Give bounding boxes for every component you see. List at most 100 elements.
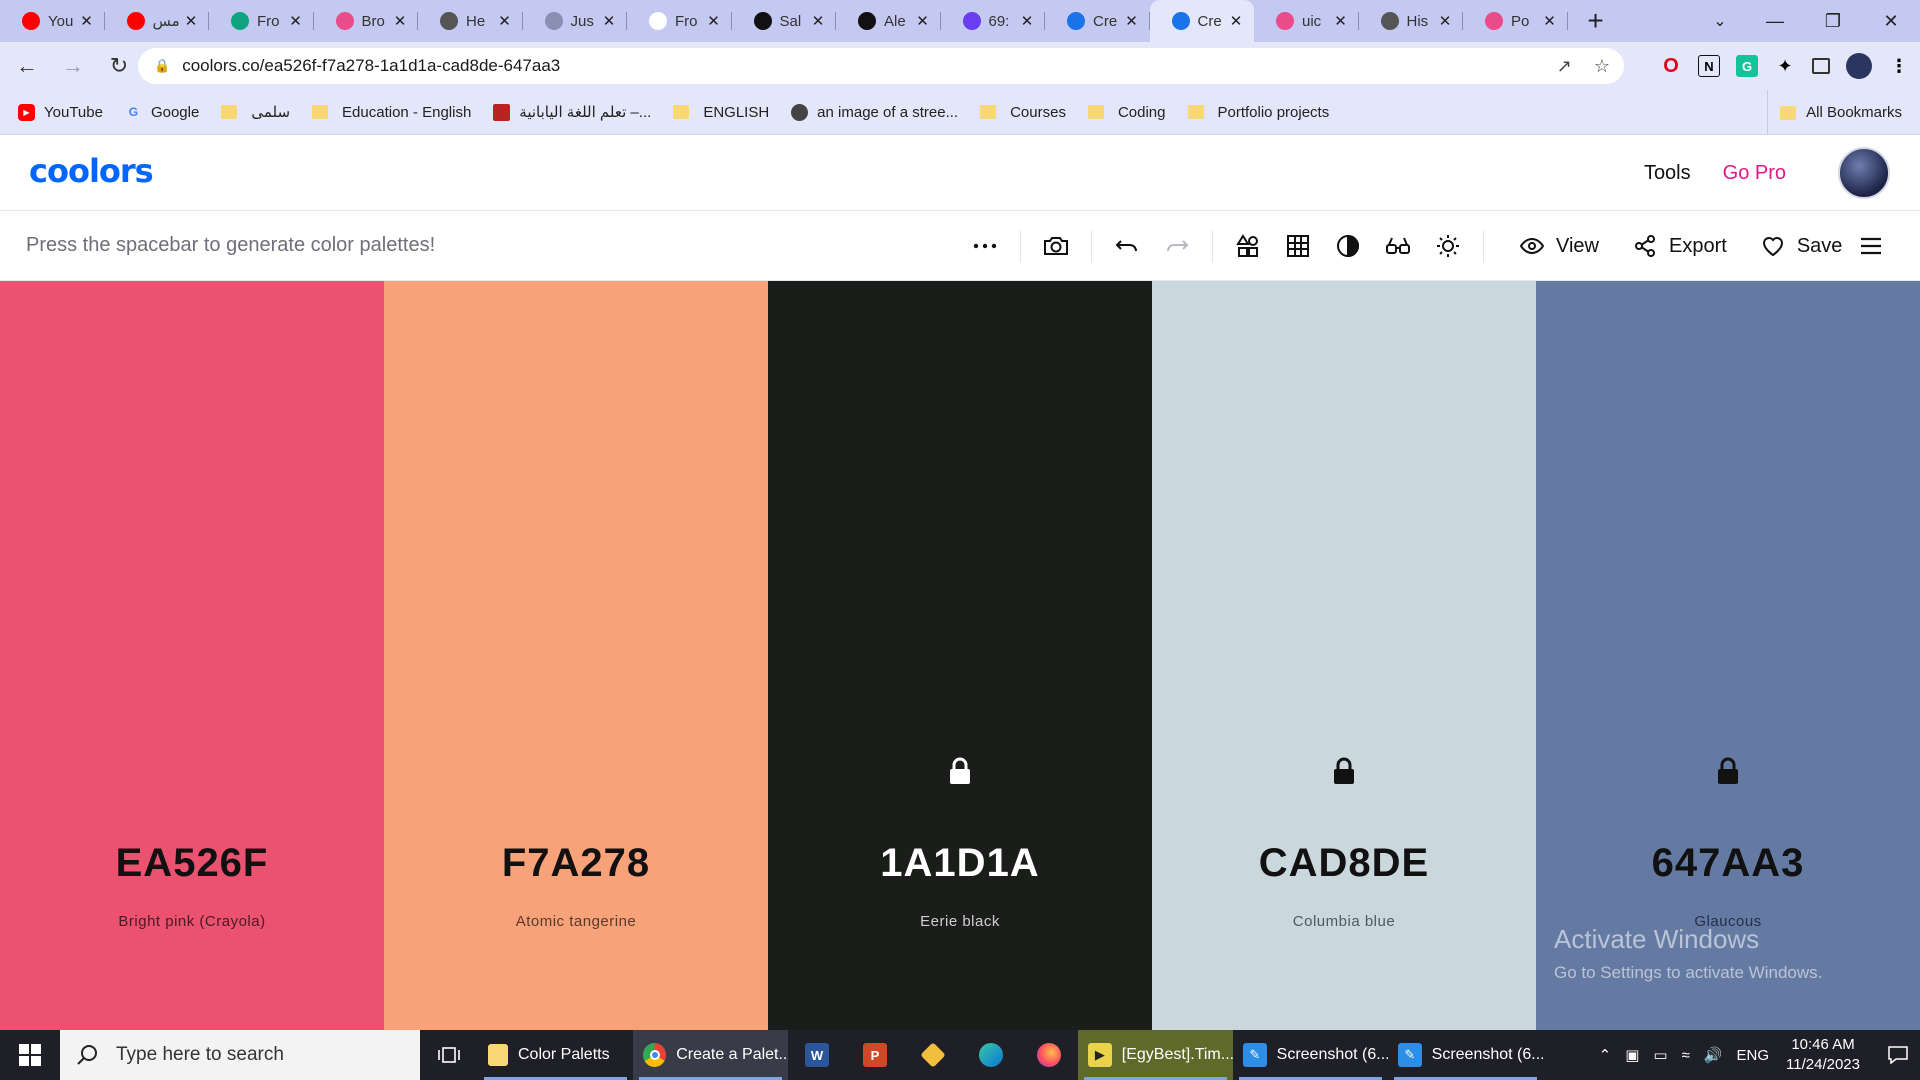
- notion-extension-icon[interactable]: N: [1698, 55, 1720, 77]
- coolors-logo[interactable]: coolors: [29, 152, 154, 190]
- notifications-icon[interactable]: [1876, 1030, 1920, 1080]
- bookmark-item[interactable]: Portfolio projects: [1187, 104, 1329, 121]
- undo-icon[interactable]: [1102, 221, 1152, 271]
- close-tab-icon[interactable]: ✕: [601, 12, 617, 30]
- battery-icon[interactable]: ▭: [1653, 1046, 1667, 1064]
- close-tab-icon[interactable]: ✕: [1437, 12, 1453, 30]
- user-avatar[interactable]: [1838, 147, 1890, 199]
- browser-tab[interactable]: Cre ✕: [1045, 0, 1150, 42]
- close-tab-icon[interactable]: ✕: [1124, 12, 1140, 30]
- color-swatch[interactable]: EA526F Bright pink (Crayola): [0, 281, 384, 1030]
- shapes-icon[interactable]: [1223, 221, 1273, 271]
- close-tab-icon[interactable]: ✕: [79, 12, 95, 30]
- bookmark-item[interactable]: تعلم اللغة اليابانية –...: [493, 103, 651, 121]
- language-indicator[interactable]: ENG: [1737, 1047, 1770, 1064]
- new-tab-button[interactable]: +: [1568, 0, 1624, 42]
- close-tab-icon[interactable]: ✕: [1542, 12, 1558, 30]
- view-button[interactable]: View: [1520, 235, 1599, 258]
- swatch-color-name[interactable]: Columbia blue: [1152, 913, 1536, 930]
- close-tab-icon[interactable]: ✕: [915, 12, 931, 30]
- task-view-button[interactable]: [420, 1030, 478, 1080]
- swatch-hex-code[interactable]: F7A278: [384, 841, 768, 886]
- bookmark-item[interactable]: Coding: [1087, 104, 1166, 121]
- lock-icon[interactable]: 🔒: [154, 58, 170, 74]
- close-tab-icon[interactable]: ✕: [706, 12, 722, 30]
- bookmark-star-icon[interactable]: ☆: [1594, 56, 1610, 77]
- browser-tab[interactable]: Sal ✕: [732, 0, 837, 42]
- taskbar-app-word[interactable]: W: [788, 1030, 846, 1080]
- color-swatch[interactable]: CAD8DE Columbia blue: [1152, 281, 1536, 1030]
- browser-tab[interactable]: Cre ✕: [1149, 0, 1254, 42]
- redo-icon[interactable]: [1152, 221, 1202, 271]
- restore-button[interactable]: ❐: [1804, 0, 1862, 42]
- bookmark-item[interactable]: ENGLISH: [673, 104, 769, 121]
- bookmark-item[interactable]: Education - English: [312, 104, 471, 121]
- close-tab-icon[interactable]: ✕: [183, 12, 199, 30]
- swatch-hex-code[interactable]: CAD8DE: [1152, 841, 1536, 886]
- close-tab-icon[interactable]: ✕: [810, 12, 826, 30]
- profile-avatar[interactable]: [1846, 53, 1872, 79]
- swatch-color-name[interactable]: Atomic tangerine: [384, 913, 768, 930]
- all-bookmarks[interactable]: All Bookmarks: [1767, 90, 1902, 135]
- color-swatch[interactable]: 1A1D1A Eerie black: [768, 281, 1152, 1030]
- tab-search-icon[interactable]: ⌄: [1700, 0, 1740, 42]
- bookmark-item[interactable]: ▶ YouTube: [18, 103, 103, 121]
- lock-icon[interactable]: [1716, 757, 1740, 785]
- save-button[interactable]: Save: [1761, 235, 1842, 258]
- swatch-color-name[interactable]: Bright pink (Crayola): [0, 913, 384, 930]
- browser-tab[interactable]: You ✕: [0, 0, 105, 42]
- share-icon[interactable]: ↗: [1557, 56, 1572, 77]
- reload-button[interactable]: ↻: [100, 47, 138, 85]
- taskbar-app-media-player[interactable]: ▶ [EgyBest].Tim...: [1078, 1030, 1233, 1080]
- clock[interactable]: 10:46 AM 11/24/2023: [1786, 1035, 1860, 1075]
- close-tab-icon[interactable]: ✕: [392, 12, 408, 30]
- browser-tab[interactable]: Fro ✕: [627, 0, 732, 42]
- lock-icon[interactable]: [948, 757, 972, 785]
- more-options-icon[interactable]: [960, 221, 1010, 271]
- lock-icon[interactable]: [1332, 757, 1356, 785]
- browser-tab[interactable]: Fro ✕: [209, 0, 314, 42]
- swatch-hex-code[interactable]: 647AA3: [1536, 841, 1920, 886]
- browser-tab[interactable]: Ale ✕: [836, 0, 941, 42]
- taskbar-app-file-explorer[interactable]: Color Paletts: [478, 1030, 633, 1080]
- close-window-button[interactable]: ✕: [1862, 0, 1920, 42]
- taskbar-app-paint-1[interactable]: ✎ Screenshot (6...: [1233, 1030, 1388, 1080]
- taskbar-app-git[interactable]: [904, 1030, 962, 1080]
- taskbar-app-chrome[interactable]: Create a Palet...: [633, 1030, 788, 1080]
- address-bar[interactable]: 🔒 coolors.co/ea526f-f7a278-1a1d1a-cad8de…: [138, 48, 1624, 84]
- volume-icon[interactable]: 🔊: [1704, 1046, 1723, 1064]
- color-swatch[interactable]: F7A278 Atomic tangerine: [384, 281, 768, 1030]
- swatch-hex-code[interactable]: 1A1D1A: [768, 841, 1152, 886]
- color-swatch[interactable]: 647AA3 Glaucous: [1536, 281, 1920, 1030]
- side-panel-icon[interactable]: [1812, 58, 1830, 74]
- browser-tab[interactable]: مس ✕: [105, 0, 210, 42]
- chevron-up-icon[interactable]: ⌃: [1599, 1046, 1612, 1064]
- browser-tab[interactable]: Jus ✕: [523, 0, 628, 42]
- camera-icon[interactable]: [1031, 221, 1081, 271]
- back-button[interactable]: ←: [8, 47, 46, 85]
- forward-button[interactable]: →: [54, 47, 92, 85]
- close-tab-icon[interactable]: ✕: [288, 12, 304, 30]
- browser-tab[interactable]: Bro ✕: [314, 0, 419, 42]
- bookmark-item[interactable]: Courses: [980, 104, 1066, 121]
- minimize-button[interactable]: —: [1746, 0, 1804, 42]
- opera-extension-icon[interactable]: O: [1660, 55, 1682, 77]
- meet-icon[interactable]: ▣: [1625, 1046, 1639, 1064]
- start-button[interactable]: [0, 1030, 60, 1080]
- browser-tab[interactable]: 69: ✕: [941, 0, 1046, 42]
- contrast-icon[interactable]: [1323, 221, 1373, 271]
- bookmark-item[interactable]: an image of a stree...: [791, 103, 958, 121]
- taskbar-search[interactable]: Type here to search: [60, 1030, 420, 1080]
- swatch-hex-code[interactable]: EA526F: [0, 841, 384, 886]
- brightness-icon[interactable]: [1423, 221, 1473, 271]
- taskbar-app-paint-2[interactable]: ✎ Screenshot (6...: [1388, 1030, 1543, 1080]
- close-tab-icon[interactable]: ✕: [1333, 12, 1349, 30]
- close-tab-icon[interactable]: ✕: [1019, 12, 1035, 30]
- tools-link[interactable]: Tools: [1644, 162, 1691, 185]
- export-button[interactable]: Export: [1633, 234, 1727, 258]
- browser-tab[interactable]: Po ✕: [1463, 0, 1568, 42]
- glasses-icon[interactable]: [1373, 221, 1423, 271]
- browser-tab[interactable]: He ✕: [418, 0, 523, 42]
- browser-tab[interactable]: uic ✕: [1254, 0, 1359, 42]
- close-tab-icon[interactable]: ✕: [497, 12, 513, 30]
